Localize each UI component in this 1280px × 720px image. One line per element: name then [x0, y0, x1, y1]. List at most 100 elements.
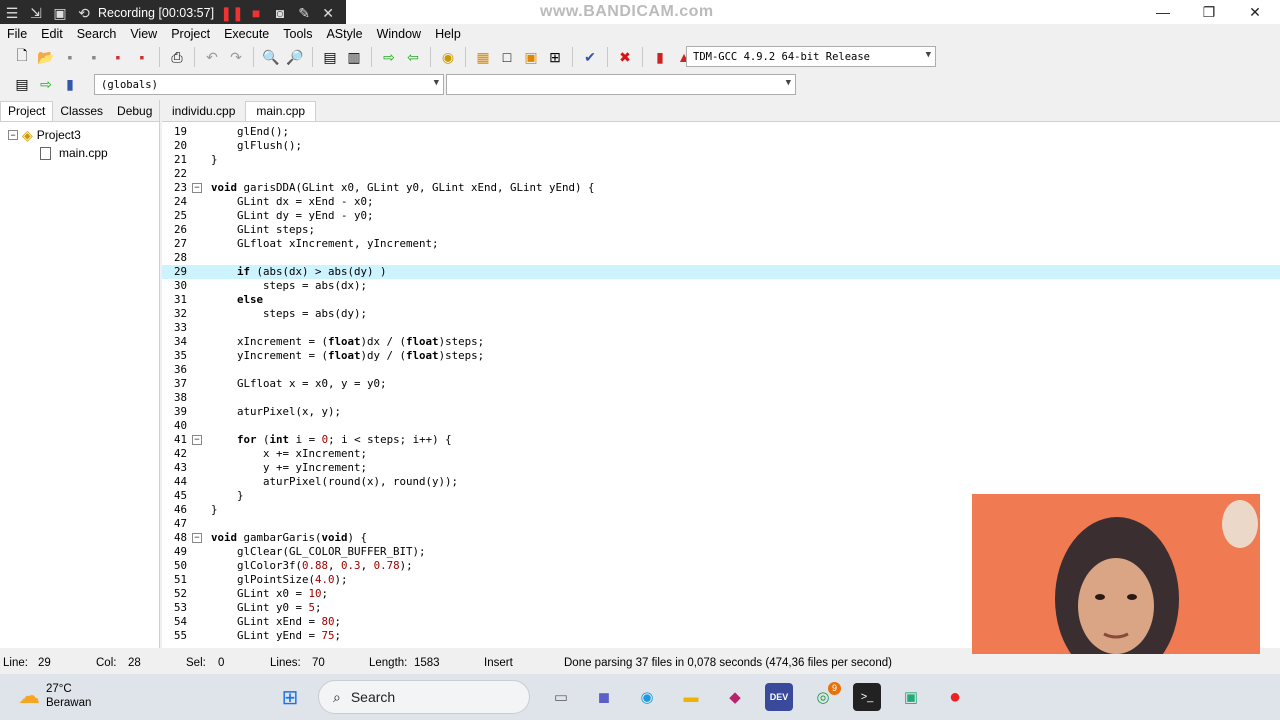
- close-icon[interactable]: ✕: [1232, 0, 1278, 24]
- task-view-icon[interactable]: ▭: [547, 683, 575, 711]
- scope-select[interactable]: (globals) ▼: [94, 74, 444, 95]
- code-line[interactable]: 33: [162, 321, 1280, 335]
- code-line[interactable]: 29 if (abs(dx) > abs(dy) ): [162, 265, 1280, 279]
- menu-project[interactable]: Project: [164, 27, 217, 41]
- code-line[interactable]: 24 GLint dx = xEnd - x0;: [162, 195, 1280, 209]
- code-line[interactable]: 34 xIncrement = (float)dx / (float)steps…: [162, 335, 1280, 349]
- code-line[interactable]: 27 GLfloat xIncrement, yIncrement;: [162, 237, 1280, 251]
- stop-icon[interactable]: ■: [246, 3, 266, 23]
- collapse-icon[interactable]: ⇲: [26, 3, 46, 23]
- weather-widget[interactable]: ☁ 27°C Berawan: [18, 682, 91, 710]
- minimize-icon[interactable]: —: [1140, 0, 1186, 24]
- meet-icon[interactable]: ◼: [590, 683, 618, 711]
- menu-tools[interactable]: Tools: [276, 27, 319, 41]
- open-icon[interactable]: 📂: [36, 47, 57, 68]
- code-line[interactable]: 36: [162, 363, 1280, 377]
- code-line[interactable]: 39 aturPixel(x, y);: [162, 405, 1280, 419]
- indent-icon[interactable]: ▤: [320, 47, 341, 68]
- find-icon[interactable]: 🔍: [261, 47, 282, 68]
- fold-toggle-icon[interactable]: −: [192, 533, 202, 543]
- code-line[interactable]: 21}: [162, 153, 1280, 167]
- code-line[interactable]: 42 x += xIncrement;: [162, 447, 1280, 461]
- edge-icon[interactable]: ◉: [633, 683, 661, 711]
- code-line[interactable]: 43 y += yIncrement;: [162, 461, 1280, 475]
- save-icon[interactable]: ▪: [60, 47, 81, 68]
- tab-project[interactable]: Project: [0, 101, 54, 121]
- code-line[interactable]: 19 glEnd();: [162, 125, 1280, 139]
- menu-file[interactable]: File: [0, 27, 34, 41]
- record-mode-icon[interactable]: ⟲: [74, 3, 94, 23]
- camera-icon[interactable]: ◙: [270, 3, 290, 23]
- maximize-icon[interactable]: ❐: [1186, 0, 1232, 24]
- compile-run-icon[interactable]: ▣: [521, 47, 542, 68]
- goto-back-icon[interactable]: ⇦: [403, 47, 424, 68]
- new-file-icon[interactable]: 🗋: [12, 47, 33, 68]
- chart-icon[interactable]: ▮: [650, 47, 671, 68]
- insert-icon[interactable]: ▤: [12, 74, 33, 95]
- rebuild-icon[interactable]: ⊞: [545, 47, 566, 68]
- goto-icon[interactable]: ⇨: [379, 47, 400, 68]
- pause-icon[interactable]: ❚❚: [220, 3, 243, 23]
- pencil-icon[interactable]: ✎: [294, 3, 314, 23]
- replace-icon[interactable]: 🔎: [285, 47, 306, 68]
- fold-toggle-icon[interactable]: −: [192, 435, 202, 445]
- run-icon[interactable]: □: [497, 47, 518, 68]
- taskbar-search[interactable]: ⌕ Search: [318, 680, 530, 714]
- tab-debug[interactable]: Debug: [110, 102, 159, 121]
- check-icon[interactable]: ✔: [580, 47, 601, 68]
- menu-icon[interactable]: ☰: [2, 3, 22, 23]
- code-line[interactable]: 38: [162, 391, 1280, 405]
- code-line[interactable]: 20 glFlush();: [162, 139, 1280, 153]
- unindent-icon[interactable]: ▥: [344, 47, 365, 68]
- record-icon[interactable]: ●: [941, 683, 969, 711]
- start-icon[interactable]: ⊞: [276, 683, 304, 711]
- code-line[interactable]: 31 else: [162, 293, 1280, 307]
- code-line[interactable]: 41− for (int i = 0; i < steps; i++) {: [162, 433, 1280, 447]
- save-all-icon[interactable]: ▪: [84, 47, 105, 68]
- function-select[interactable]: ▼: [446, 74, 796, 95]
- window-select-icon[interactable]: ▣: [50, 3, 70, 23]
- tab-classes[interactable]: Classes: [53, 102, 110, 121]
- code-line[interactable]: 23− void garisDDA(GLint x0, GLint y0, GLi…: [162, 181, 1280, 195]
- toggle-bookmark-icon[interactable]: ⇨: [36, 74, 57, 95]
- menu-view[interactable]: View: [123, 27, 164, 41]
- menu-edit[interactable]: Edit: [34, 27, 70, 41]
- menu-astyle[interactable]: AStyle: [319, 27, 369, 41]
- delete-icon[interactable]: ✖: [615, 47, 636, 68]
- file-explorer-icon[interactable]: ▬: [677, 683, 705, 711]
- code-line[interactable]: 25 GLint dy = yEnd - y0;: [162, 209, 1280, 223]
- tree-file-node[interactable]: main.cpp: [8, 144, 151, 162]
- code-line[interactable]: 32 steps = abs(dy);: [162, 307, 1280, 321]
- close-all-icon[interactable]: ▪: [132, 47, 153, 68]
- tab-individu[interactable]: individu.cpp: [162, 102, 245, 121]
- app-window-icon[interactable]: ▣: [897, 683, 925, 711]
- code-line[interactable]: 44 aturPixel(round(x), round(y));: [162, 475, 1280, 489]
- fold-toggle-icon[interactable]: −: [192, 183, 202, 193]
- print-icon[interactable]: ⎙: [167, 47, 188, 68]
- code-line[interactable]: 22: [162, 167, 1280, 181]
- code-line[interactable]: 28: [162, 251, 1280, 265]
- close-recorder-icon[interactable]: ✕: [318, 3, 338, 23]
- code-line[interactable]: 37 GLfloat x = x0, y = y0;: [162, 377, 1280, 391]
- undo-icon[interactable]: ↶: [202, 47, 223, 68]
- code-line[interactable]: 35 yIncrement = (float)dy / (float)steps…: [162, 349, 1280, 363]
- menu-execute[interactable]: Execute: [217, 27, 276, 41]
- menu-help[interactable]: Help: [428, 27, 468, 41]
- compiler-select[interactable]: TDM-GCC 4.9.2 64-bit Release ▼: [686, 46, 936, 67]
- redo-icon[interactable]: ↷: [226, 47, 247, 68]
- collapse-icon[interactable]: −: [8, 130, 18, 140]
- terminal-icon[interactable]: >_: [853, 683, 881, 711]
- devcpp-icon[interactable]: DEV: [765, 683, 793, 711]
- goto-bookmark-icon[interactable]: ▮: [60, 74, 81, 95]
- tree-project-node[interactable]: − ◈ Project3: [8, 126, 151, 144]
- close-file-icon[interactable]: ▪: [108, 47, 129, 68]
- profile-icon[interactable]: ◉: [438, 47, 459, 68]
- menu-search[interactable]: Search: [70, 27, 124, 41]
- code-line[interactable]: 26 GLint steps;: [162, 223, 1280, 237]
- compile-icon[interactable]: ▦: [473, 47, 494, 68]
- code-line[interactable]: 40: [162, 419, 1280, 433]
- code-line[interactable]: 30 steps = abs(dx);: [162, 279, 1280, 293]
- menu-window[interactable]: Window: [370, 27, 428, 41]
- app-icon[interactable]: ◆: [721, 683, 749, 711]
- tab-main[interactable]: main.cpp: [245, 101, 317, 121]
